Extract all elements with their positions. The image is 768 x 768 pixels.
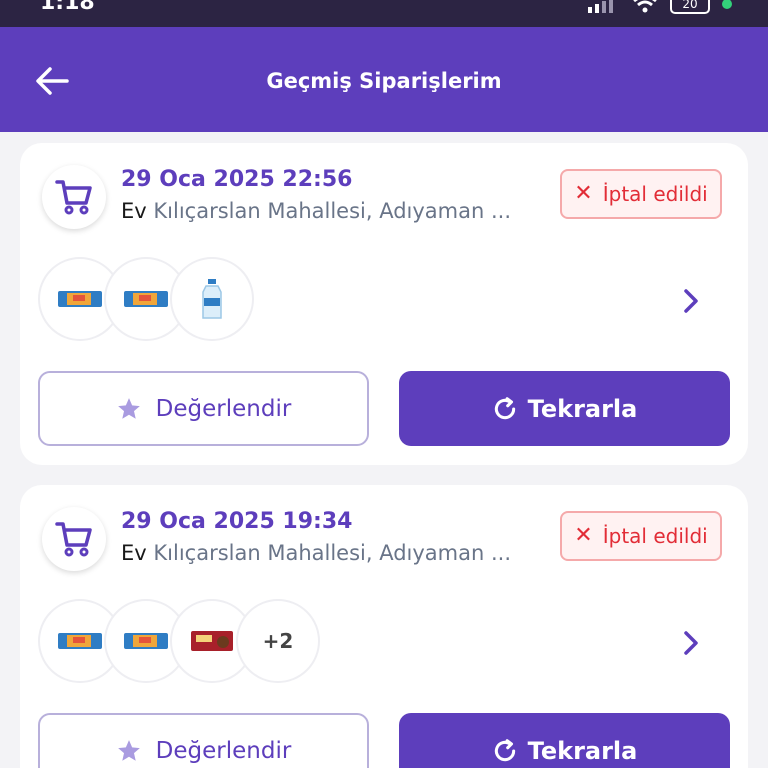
more-count: +2 <box>262 629 294 653</box>
chevron-right-icon <box>684 631 698 655</box>
rate-button[interactable]: Değerlendir <box>38 371 369 446</box>
status-badge: ✕ İptal edildi <box>560 511 722 561</box>
cart-badge <box>42 507 106 571</box>
status-badge: ✕ İptal edildi <box>560 169 722 219</box>
page-title: Geçmiş Siparişlerim <box>266 69 502 93</box>
water-bottle-icon <box>202 279 222 319</box>
product-thumbnails <box>38 257 254 341</box>
refresh-icon <box>494 738 515 761</box>
status-bar: 1:18 20 <box>0 0 768 27</box>
order-address: Ev Kılıçarslan Mahallesi, Adıyaman ... <box>121 541 511 565</box>
repeat-label: Tekrarla <box>527 736 638 765</box>
order-card[interactable]: 29 Oca 2025 19:34 Ev Kılıçarslan Mahalle… <box>20 485 748 768</box>
more-products-badge: +2 <box>236 599 320 683</box>
star-icon <box>117 739 140 761</box>
cart-badge <box>42 165 106 229</box>
address-type: Ev <box>121 541 147 565</box>
wafer-icon <box>58 291 102 307</box>
status-label: İptal edildi <box>602 524 708 548</box>
rate-label: Değerlendir <box>155 737 292 764</box>
product-thumb <box>170 257 254 341</box>
shopping-cart-icon <box>55 522 92 557</box>
wafer-icon <box>124 291 168 307</box>
status-icons: 20 <box>588 0 732 14</box>
app-bar: Geçmiş Siparişlerim <box>0 27 768 132</box>
repeat-order-button[interactable]: Tekrarla <box>399 371 730 446</box>
address-text: Kılıçarslan Mahallesi, Adıyaman ... <box>153 541 512 565</box>
signal-icon <box>588 0 613 13</box>
order-date: 29 Oca 2025 19:34 <box>121 509 353 534</box>
address-text: Kılıçarslan Mahallesi, Adıyaman ... <box>153 199 512 223</box>
address-type: Ev <box>121 199 147 223</box>
wafer-icon <box>124 633 168 649</box>
order-date: 29 Oca 2025 22:56 <box>121 167 353 192</box>
wafer-icon <box>58 633 102 649</box>
wifi-icon <box>633 0 657 13</box>
order-details-button[interactable] <box>676 283 706 319</box>
camera-indicator-icon <box>722 0 732 9</box>
order-card[interactable]: 29 Oca 2025 22:56 Ev Kılıçarslan Mahalle… <box>20 143 748 465</box>
battery-icon: 20 <box>670 0 710 14</box>
product-thumbnails: +2 <box>38 599 320 683</box>
status-time: 1:18 <box>40 0 95 15</box>
order-address: Ev Kılıçarslan Mahallesi, Adıyaman ... <box>121 199 511 223</box>
close-icon: ✕ <box>574 523 593 548</box>
repeat-label: Tekrarla <box>527 394 638 423</box>
rate-label: Değerlendir <box>155 395 292 422</box>
chocolate-bar-icon <box>191 631 233 651</box>
rate-button[interactable]: Değerlendir <box>38 713 369 768</box>
chevron-right-icon <box>684 289 698 313</box>
star-icon <box>117 397 140 419</box>
status-label: İptal edildi <box>602 182 708 206</box>
order-details-button[interactable] <box>676 625 706 661</box>
repeat-order-button[interactable]: Tekrarla <box>399 713 730 768</box>
shopping-cart-icon <box>55 180 92 215</box>
refresh-icon <box>494 396 515 419</box>
close-icon: ✕ <box>574 181 593 206</box>
